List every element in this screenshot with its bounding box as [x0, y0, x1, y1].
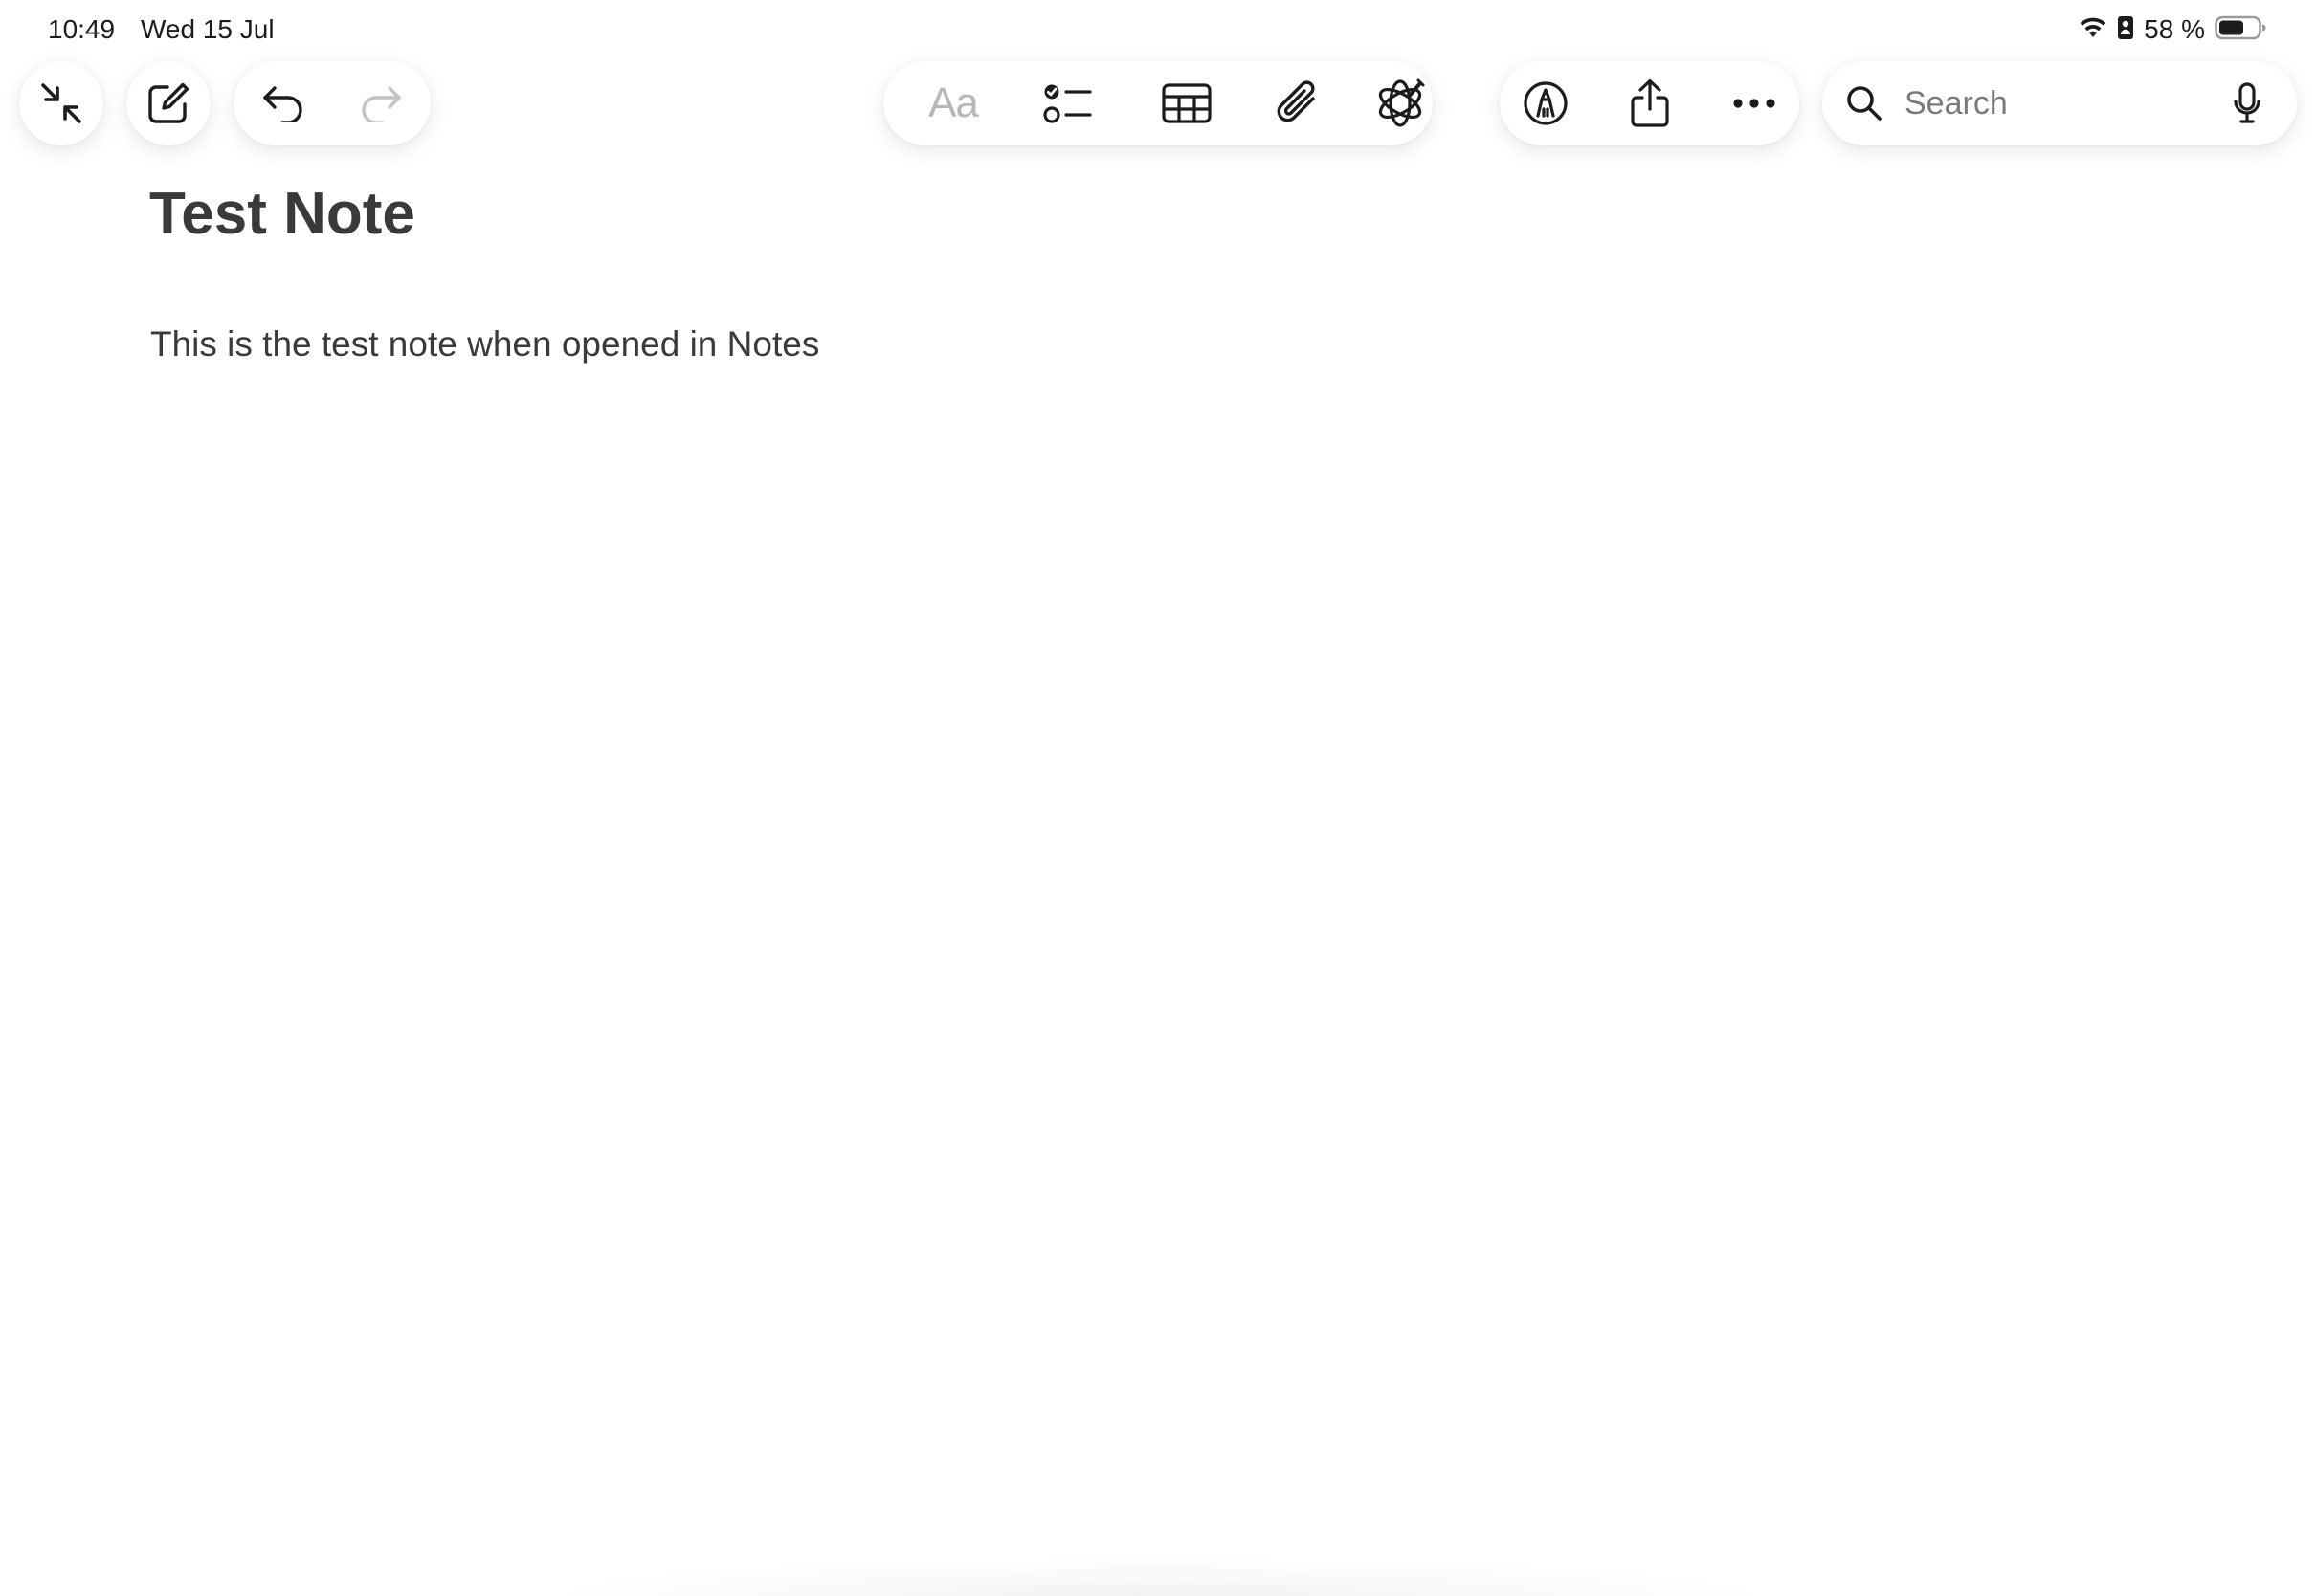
- battery-icon: [2215, 15, 2266, 45]
- note-title[interactable]: Test Note: [149, 178, 415, 251]
- search-input[interactable]: [1904, 78, 2192, 128]
- orientation-lock-icon: [2117, 15, 2134, 45]
- text-format-button[interactable]: Aa: [911, 61, 995, 145]
- compose-button[interactable]: [126, 61, 211, 145]
- share-icon: [1629, 78, 1671, 128]
- collapse-button[interactable]: [19, 61, 103, 145]
- more-button[interactable]: [1712, 61, 1796, 145]
- status-bar: 10:49 Wed 15 Jul 58 %: [0, 0, 2316, 59]
- share-button[interactable]: [1608, 61, 1692, 145]
- status-time: 10:49: [48, 14, 116, 44]
- battery-percent: 58 %: [2144, 14, 2205, 44]
- status-date: Wed 15 Jul: [141, 14, 275, 44]
- table-button[interactable]: [1145, 61, 1229, 145]
- undo-icon: [261, 84, 305, 122]
- undo-button[interactable]: [241, 61, 325, 145]
- attachment-button[interactable]: [1256, 61, 1340, 145]
- compose-icon: [146, 81, 190, 125]
- notes-page: 10:49 Wed 15 Jul 58 % Aa Search Test Not…: [0, 0, 2316, 1596]
- action-toolbar: [1500, 61, 1799, 145]
- collapse-pill: [19, 61, 103, 145]
- dictation-button[interactable]: [2209, 61, 2285, 145]
- collapse-icon: [40, 82, 82, 124]
- compose-pill: [126, 61, 211, 145]
- attachment-icon: [1275, 79, 1321, 127]
- microphone-icon: [2233, 82, 2261, 124]
- redo-icon: [359, 84, 403, 122]
- note-body[interactable]: This is the test note when opened in Not…: [150, 321, 819, 367]
- undo-redo-pill: [234, 61, 431, 145]
- checklist-button[interactable]: [1026, 61, 1110, 145]
- search-icon: [1845, 84, 1883, 122]
- search-bar: [1822, 61, 2297, 145]
- writing-tools-button[interactable]: [1370, 61, 1431, 145]
- wifi-icon: [2079, 16, 2107, 44]
- markup-button[interactable]: [1503, 61, 1588, 145]
- text-format-label: Aa: [928, 79, 979, 126]
- bottom-edge-shadow: [536, 1558, 1780, 1596]
- more-icon: [1732, 98, 1776, 109]
- writing-tools-icon: [1374, 78, 1426, 129]
- status-indicators: 58 %: [2079, 13, 2266, 46]
- format-toolbar: Aa: [883, 61, 1433, 145]
- table-icon: [1162, 83, 1212, 123]
- redo-button[interactable]: [339, 61, 423, 145]
- search-button[interactable]: [1834, 61, 1895, 145]
- markup-icon: [1523, 80, 1569, 126]
- checklist-icon: [1043, 81, 1093, 125]
